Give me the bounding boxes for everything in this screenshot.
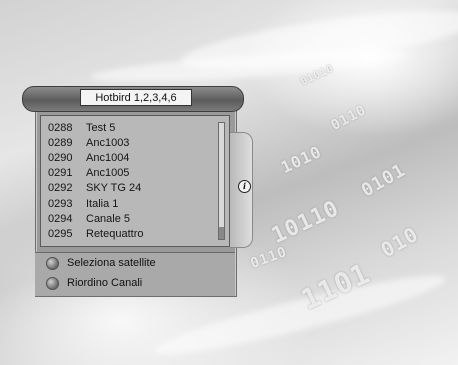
channel-list[interactable]: 0288 Test 5 0289 Anc1003 0290 Anc1004 02…	[40, 115, 230, 247]
channel-name: Retequattro	[86, 227, 144, 240]
channel-number: 0293	[48, 197, 73, 210]
channel-name: Anc1005	[86, 167, 130, 180]
binary-stream: 0110	[328, 102, 370, 134]
channel-number: 0295	[48, 227, 73, 240]
channel-name: Anc1003	[86, 136, 130, 149]
select-satellite-label: Seleziona satellite	[67, 257, 156, 269]
binary-stream: 010	[376, 221, 423, 263]
channel-name: SKY TG 24	[86, 182, 142, 195]
yellow-button-icon	[46, 276, 59, 290]
scrollbar[interactable]	[218, 122, 225, 240]
channel-number: 0290	[48, 151, 73, 164]
green-button-icon	[46, 256, 59, 270]
list-item[interactable]: 0295 Retequattro	[44, 226, 216, 241]
list-item[interactable]: 0289 Anc1003	[44, 135, 216, 150]
list-item[interactable]: 0293 Italia 1	[44, 196, 216, 211]
binary-stream: 1010	[277, 141, 325, 178]
channel-name: Italia 1	[86, 197, 119, 210]
channel-number: 0288	[48, 121, 73, 134]
list-item[interactable]: 0291 Anc1005	[44, 166, 216, 181]
info-icon[interactable]: i	[238, 180, 251, 193]
channel-number: 0294	[48, 212, 73, 225]
reorder-channels-button[interactable]: Riordino Canali	[46, 275, 142, 291]
list-item[interactable]: 0292 SKY TG 24	[44, 181, 216, 196]
channel-number: 0292	[48, 182, 73, 195]
binary-stream: 0101	[357, 159, 410, 202]
binary-stream: 0110	[248, 244, 290, 272]
scrollbar-thumb[interactable]	[219, 227, 224, 239]
list-item[interactable]: 0294 Canale 5	[44, 211, 216, 226]
satellite-title: Hotbird 1,2,3,4,6	[80, 89, 192, 106]
select-satellite-button[interactable]: Seleziona satellite	[46, 255, 156, 271]
binary-stream: 10110	[268, 196, 344, 249]
reorder-channels-label: Riordino Canali	[67, 277, 143, 289]
channel-name: Canale 5	[86, 212, 131, 225]
channel-number: 0289	[48, 136, 73, 149]
list-item[interactable]: 0288 Test 5	[44, 120, 216, 135]
channel-number: 0291	[48, 167, 73, 180]
list-item[interactable]: 0290 Anc1004	[44, 150, 216, 165]
channel-name: Test 5	[86, 121, 116, 134]
channel-name: Anc1004	[86, 151, 130, 164]
